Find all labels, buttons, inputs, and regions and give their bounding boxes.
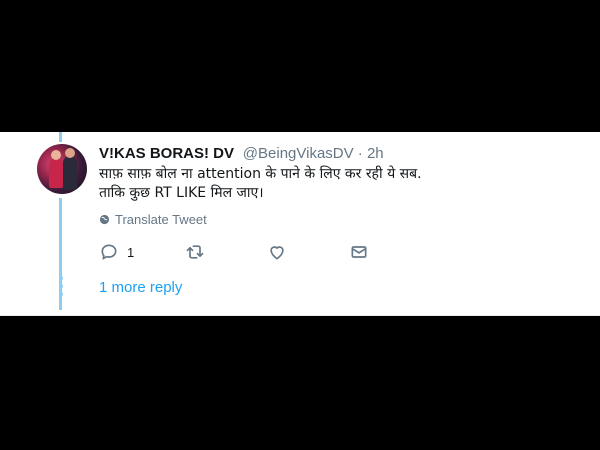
heart-icon bbox=[270, 246, 284, 260]
more-replies-link[interactable]: 1 more reply bbox=[99, 279, 182, 296]
retweet-button[interactable] bbox=[185, 240, 205, 264]
translate-tweet-link[interactable]: Translate Tweet bbox=[99, 212, 207, 227]
handle-and-time[interactable]: @BeingVikasDV · 2h bbox=[243, 145, 384, 162]
reply-icon bbox=[101, 244, 117, 260]
tweet-card[interactable]: V!KAS BORAS! DV @BeingVikasDV · 2h साफ़ … bbox=[0, 132, 600, 316]
tweet-actions: 1 bbox=[99, 240, 399, 264]
thread-line-top bbox=[59, 132, 62, 142]
retweet-icon bbox=[186, 245, 204, 259]
globe-icon bbox=[99, 214, 110, 225]
avatar[interactable] bbox=[37, 144, 87, 194]
tweet-text-line-2: ताकि कुछ RT LIKE मिल जाए। bbox=[99, 185, 264, 201]
tweet-text: साफ़ साफ़ बोल ना attention के पाने के लि… bbox=[99, 165, 579, 203]
envelope-icon bbox=[351, 246, 367, 258]
dm-button[interactable] bbox=[349, 240, 369, 264]
reply-button[interactable]: 1 bbox=[99, 240, 134, 264]
reply-count: 1 bbox=[127, 244, 135, 260]
tweet-text-line-1: साफ़ साफ़ बोल ना attention के पाने के लि… bbox=[99, 166, 422, 182]
like-button[interactable] bbox=[267, 240, 287, 264]
thread-dots bbox=[58, 276, 63, 296]
tweet-header: V!KAS BORAS! DV @BeingVikasDV · 2h bbox=[99, 144, 384, 162]
translate-tweet-label: Translate Tweet bbox=[115, 212, 207, 227]
display-name[interactable]: V!KAS BORAS! DV bbox=[99, 145, 234, 162]
